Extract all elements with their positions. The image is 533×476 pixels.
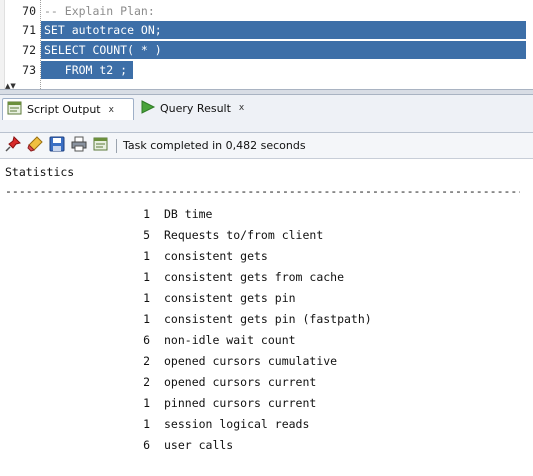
statistic-value: 2 [143,375,150,389]
statistic-value: 6 [143,333,150,347]
statistic-row: 1 consistent gets from cache [0,267,533,288]
statistic-name: Requests to/from client [164,228,324,242]
pin-button[interactable] [4,135,22,156]
statistic-name: user calls [164,438,234,452]
statistic-value: 1 [143,291,150,305]
statistic-name: non-idle wait count [164,333,296,347]
statistic-row: 1 consistent gets pin (fastpath) [0,309,533,330]
statistic-name: opened cursors current [164,375,317,389]
open-script-button[interactable] [92,137,110,155]
output-toolbar: Task completed in 0,482 seconds [0,133,533,159]
script-icon [7,101,23,118]
tab-label: Query Result [160,101,231,115]
script-output-pane[interactable]: Statistics -----------------------------… [0,160,533,476]
code-line-selected[interactable]: SET autotrace ON; [41,21,526,39]
eraser-icon [27,135,43,156]
pin-icon [5,135,21,156]
statistic-row: 1 DB time [0,204,533,225]
line-number: 71 [22,23,36,37]
statistic-row: 1 pinned cursors current [0,393,533,414]
clear-button[interactable] [26,135,44,156]
statistic-row: 2 opened cursors cumulative [0,351,533,372]
code-line-selected[interactable]: FROM t2 ; [41,61,133,79]
sql-editor[interactable]: 70 71 72 73 -- Explain Plan: SET autotra… [0,0,533,89]
tab-label: Script Output [27,103,101,116]
save-icon [49,136,65,156]
line-number-gutter: 70 71 72 73 [5,0,41,89]
line-number: 72 [22,43,36,57]
line-number: 73 [22,63,36,77]
statistic-value: 1 [143,270,150,284]
close-icon[interactable]: x [109,105,114,115]
tab-query-result[interactable]: Query Result x [136,98,256,118]
statistic-value: 1 [143,396,150,410]
statistic-row: 2 opened cursors current [0,372,533,393]
statistic-name: consistent gets pin (fastpath) [164,312,372,326]
statistic-name: session logical reads [164,417,310,431]
output-tab-bar: Script Output x Query Result x [0,95,533,133]
line-number: 70 [22,4,36,18]
statistic-value: 1 [143,249,150,263]
script-icon [93,136,109,156]
statistic-row: 1 consistent gets [0,246,533,267]
print-button[interactable] [70,136,88,156]
statistic-row: 1 consistent gets pin [0,288,533,309]
statistic-row: 5 Requests to/from client [0,225,533,246]
code-line[interactable]: -- Explain Plan: [41,2,155,20]
statistic-name: DB time [164,207,213,221]
statistic-name: consistent gets [164,249,268,263]
statistic-row: 6 user calls [0,435,533,456]
statistic-name: consistent gets pin [164,291,296,305]
statistic-value: 5 [143,228,150,242]
save-button[interactable] [48,136,66,156]
play-arrow-icon [140,99,156,117]
statistic-value: 6 [143,438,150,452]
statistic-row: 6 non-idle wait count [0,330,533,351]
statistic-name: consistent gets from cache [164,270,345,284]
print-icon [71,136,87,156]
statistic-value: 2 [143,354,150,368]
statistic-value: 1 [143,207,150,221]
statistic-row: 1 session logical reads [0,414,533,435]
tab-script-output[interactable]: Script Output x [2,98,134,120]
toolbar-separator [116,138,117,153]
code-line-selected[interactable]: SELECT COUNT( * ) [41,41,526,59]
statistic-name: pinned cursors current [164,396,317,410]
statistic-value: 1 [143,312,150,326]
close-icon[interactable]: x [239,103,244,113]
separator-rule: ----------------------------------------… [5,186,520,196]
statistic-name: opened cursors cumulative [164,354,338,368]
task-status-text: Task completed in 0,482 seconds [123,139,306,152]
statistics-heading: Statistics [5,165,75,179]
statistic-value: 1 [143,417,150,431]
